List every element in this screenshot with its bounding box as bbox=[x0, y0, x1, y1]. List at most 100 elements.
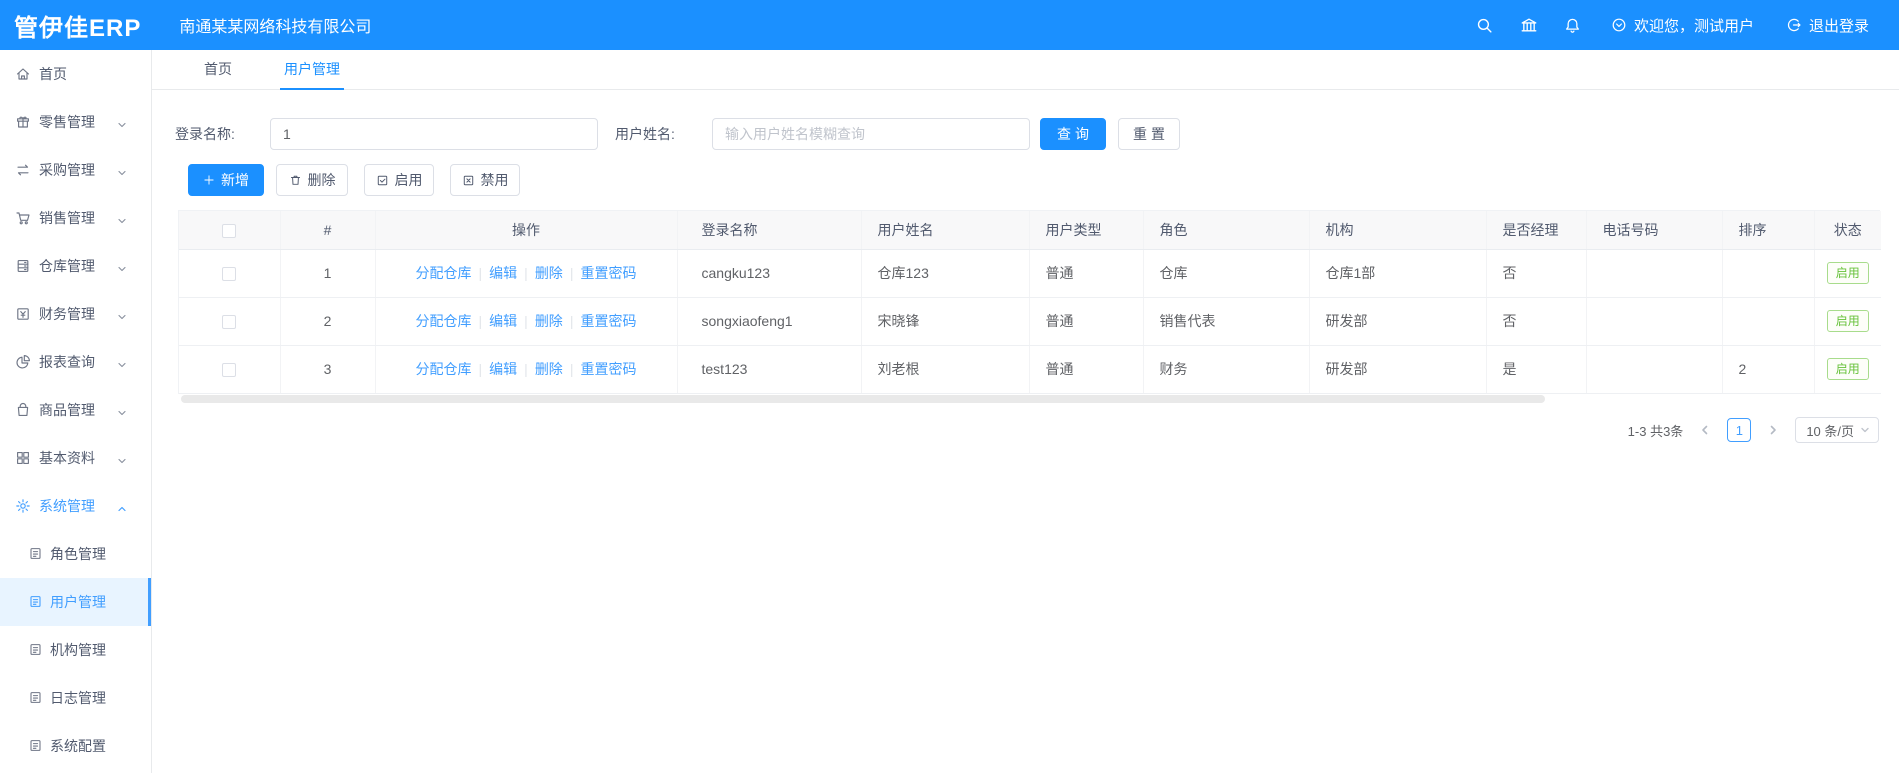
reset-password-link[interactable]: 重置密码 bbox=[580, 313, 636, 329]
cell-is-manager: 否 bbox=[1486, 249, 1587, 298]
pagination: 1-3 共3条 1 10 条/页 bbox=[1628, 416, 1879, 444]
cell-index: 3 bbox=[280, 345, 376, 394]
col-user-type: 用户类型 bbox=[1029, 211, 1144, 250]
login-name-input[interactable] bbox=[270, 118, 598, 150]
sidebar-item-label: 用户管理 bbox=[50, 594, 106, 610]
sidebar-item-system-config[interactable]: 系统配置 bbox=[0, 722, 151, 770]
cell-login-name: test123 bbox=[677, 345, 862, 394]
search-icon[interactable] bbox=[1463, 0, 1507, 50]
page-size-value: 10 条/页 bbox=[1806, 423, 1854, 439]
sidebar-item-system[interactable]: 系统管理 bbox=[0, 482, 151, 530]
sidebar-item-role-mgmt[interactable]: 角色管理 bbox=[0, 530, 151, 578]
warehouse-icon bbox=[15, 258, 31, 274]
row-checkbox[interactable] bbox=[222, 267, 237, 282]
delete-button[interactable]: 删除 bbox=[276, 164, 348, 196]
add-button[interactable]: 新增 bbox=[188, 164, 264, 196]
delete-link[interactable]: 删除 bbox=[535, 361, 563, 377]
sidebar-item-finance[interactable]: 财务管理 bbox=[0, 290, 151, 338]
table-row: 3 分配仓库 | 编辑 | 删除 | 重置密码 test123 刘老根 普通 财务 研发部 … bbox=[179, 345, 1881, 394]
row-checkbox[interactable] bbox=[222, 363, 237, 378]
user-name-input[interactable] bbox=[712, 118, 1030, 150]
logout-label: 退出登录 bbox=[1808, 17, 1869, 35]
delete-link[interactable]: 删除 bbox=[535, 313, 563, 329]
gear-icon bbox=[15, 498, 31, 514]
doc-icon bbox=[28, 594, 44, 610]
reset-password-link[interactable]: 重置密码 bbox=[580, 265, 636, 281]
query-button[interactable]: 查询 bbox=[1040, 118, 1106, 150]
status-badge[interactable]: 启用 bbox=[1826, 310, 1869, 332]
trash-icon bbox=[289, 174, 302, 187]
tab-home[interactable]: 首页 bbox=[200, 50, 236, 90]
col-sort: 排序 bbox=[1722, 211, 1815, 250]
col-user-name: 用户姓名 bbox=[861, 211, 1030, 250]
tab-user-mgmt[interactable]: 用户管理 bbox=[280, 50, 344, 90]
cell-user-name: 仓库123 bbox=[861, 249, 1030, 298]
col-is-manager: 是否经理 bbox=[1486, 211, 1587, 250]
edit-link[interactable]: 编辑 bbox=[489, 361, 517, 377]
sidebar-item-goods[interactable]: 商品管理 bbox=[0, 386, 151, 434]
row-checkbox[interactable] bbox=[222, 315, 237, 330]
doc-icon bbox=[28, 642, 44, 658]
sidebar-item-purchase[interactable]: 采购管理 bbox=[0, 146, 151, 194]
sidebar-item-warehouse[interactable]: 仓库管理 bbox=[0, 242, 151, 290]
col-operations: 操作 bbox=[375, 211, 678, 250]
edit-link[interactable]: 编辑 bbox=[489, 265, 517, 281]
company-name: 南通某某网络科技有限公司 bbox=[179, 19, 372, 36]
prev-page-icon[interactable] bbox=[1693, 418, 1717, 442]
login-name-label: 登录名称: bbox=[175, 126, 235, 142]
next-page-icon[interactable] bbox=[1761, 418, 1785, 442]
cell-is-manager: 否 bbox=[1486, 297, 1587, 346]
chevron-down-icon bbox=[117, 309, 127, 325]
sidebar-item-user-mgmt[interactable]: 用户管理 bbox=[0, 578, 151, 626]
sidebar-item-basic-data[interactable]: 基本资料 bbox=[0, 434, 151, 482]
chevron-down-icon bbox=[1860, 425, 1870, 435]
cell-phone bbox=[1586, 345, 1723, 394]
chevron-down-icon bbox=[117, 357, 127, 373]
status-badge[interactable]: 启用 bbox=[1826, 358, 1869, 380]
tab-bar: 首页 用户管理 bbox=[152, 50, 1899, 90]
welcome-text: 欢迎您，测试用户 bbox=[1633, 17, 1754, 35]
plus-icon bbox=[203, 174, 215, 186]
disable-button[interactable]: 禁用 bbox=[450, 164, 520, 196]
purchase-icon bbox=[15, 162, 31, 178]
user-menu[interactable]: 欢迎您，测试用户 bbox=[1595, 0, 1770, 50]
chevron-down-icon bbox=[117, 117, 127, 133]
chevron-up-icon bbox=[117, 501, 127, 517]
page-size-select[interactable]: 10 条/页 bbox=[1795, 417, 1879, 443]
sidebar-item-log-mgmt[interactable]: 日志管理 bbox=[0, 674, 151, 722]
assign-warehouse-link[interactable]: 分配仓库 bbox=[416, 265, 472, 281]
bell-icon[interactable] bbox=[1551, 0, 1595, 50]
logout-button[interactable]: 退出登录 bbox=[1770, 0, 1885, 50]
assign-warehouse-link[interactable]: 分配仓库 bbox=[416, 361, 472, 377]
cell-org: 仓库1部 bbox=[1309, 249, 1487, 298]
reset-password-link[interactable]: 重置密码 bbox=[580, 361, 636, 377]
finance-icon bbox=[15, 306, 31, 322]
cell-role: 仓库 bbox=[1143, 249, 1310, 298]
app-header: 管伊佳ERP 南通某某网络科技有限公司 欢迎您，测试用户 退出登录 bbox=[0, 0, 1899, 50]
page-number[interactable]: 1 bbox=[1727, 418, 1752, 442]
cell-role: 财务 bbox=[1143, 345, 1310, 394]
status-badge[interactable]: 启用 bbox=[1826, 262, 1869, 284]
reset-button[interactable]: 重置 bbox=[1118, 118, 1180, 150]
sidebar-item-sales[interactable]: 销售管理 bbox=[0, 194, 151, 242]
sidebar-item-retail[interactable]: 零售管理 bbox=[0, 98, 151, 146]
sidebar-item-org-mgmt[interactable]: 机构管理 bbox=[0, 626, 151, 674]
cell-operations: 分配仓库 | 编辑 | 删除 | 重置密码 bbox=[375, 297, 678, 346]
sidebar-item-label: 报表查询 bbox=[39, 354, 95, 370]
header-checkbox-cell bbox=[179, 211, 281, 250]
sidebar-item-home[interactable]: 首页 bbox=[0, 50, 151, 98]
table-row: 2 分配仓库 | 编辑 | 删除 | 重置密码 songxiaofeng1 宋晓锋 普通 销… bbox=[179, 297, 1881, 346]
assign-warehouse-link[interactable]: 分配仓库 bbox=[416, 313, 472, 329]
select-all-checkbox[interactable] bbox=[222, 223, 237, 238]
report-pie-icon bbox=[15, 354, 31, 370]
sidebar-item-reports[interactable]: 报表查询 bbox=[0, 338, 151, 386]
chevron-down-icon bbox=[117, 261, 127, 277]
edit-link[interactable]: 编辑 bbox=[489, 313, 517, 329]
enable-button[interactable]: 启用 bbox=[364, 164, 434, 196]
bank-icon[interactable] bbox=[1507, 0, 1551, 50]
cell-login-name: songxiaofeng1 bbox=[677, 297, 862, 346]
header-actions: 欢迎您，测试用户 退出登录 bbox=[1463, 0, 1885, 50]
delete-link[interactable]: 删除 bbox=[535, 265, 563, 281]
col-phone: 电话号码 bbox=[1586, 211, 1723, 250]
horizontal-scrollbar[interactable] bbox=[181, 395, 1545, 403]
